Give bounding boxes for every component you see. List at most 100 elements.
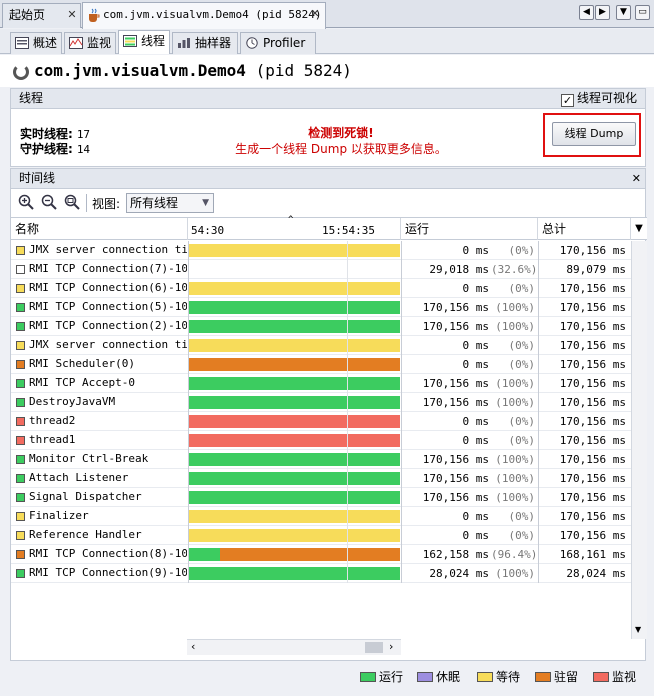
table-row[interactable]: RMI Scheduler(0) 0 ms (0%) 170,156 ms (11, 355, 631, 374)
app-pid: (pid 5824) (255, 61, 352, 80)
loading-spinner-icon (13, 64, 29, 80)
running-time: 0 ms (462, 529, 490, 542)
column-timeline-header[interactable]: 54:30 15:54:35 ^ (188, 215, 401, 240)
column-divider (538, 526, 539, 545)
table-row[interactable]: Reference Handler 0 ms (0%) 170,156 ms (11, 526, 631, 545)
time-gridline (347, 393, 348, 412)
legend-item-park: 驻留 (535, 668, 578, 685)
time-gridline (347, 412, 348, 431)
visualize-threads-checkbox[interactable]: ✓ 线程可视化 (560, 89, 637, 108)
running-percent: (0%) (508, 339, 536, 352)
total-time: 170,156 ms (559, 453, 626, 466)
column-divider (538, 355, 539, 374)
close-icon[interactable]: ✕ (632, 169, 641, 188)
thread-name: RMI Scheduler(0) (29, 357, 135, 370)
tab-start-page[interactable]: 起始页 ✕ (2, 3, 81, 28)
tab-overview[interactable]: 概述 (10, 32, 62, 54)
thread-timeline-bar (188, 548, 400, 561)
table-row[interactable]: Monitor Ctrl-Break 170,156 ms (100%) 170,15… (11, 450, 631, 469)
thread-name: Finalizer (29, 509, 89, 522)
table-row[interactable]: RMI TCP Connection(5)-10.0. 170,156 ms (10… (11, 298, 631, 317)
column-menu-icon[interactable]: ▼ (631, 218, 647, 240)
timeline-segment-run (188, 301, 400, 314)
table-row[interactable]: Signal Dispatcher 170,156 ms (100%) 170,156… (11, 488, 631, 507)
scroll-left-icon[interactable]: ‹ (191, 640, 195, 653)
tab-threads[interactable]: 线程 (118, 30, 170, 54)
view-select-value: 所有线程 (130, 196, 179, 210)
table-row[interactable]: RMI TCP Accept-0 170,156 ms (100%) 170,156 … (11, 374, 631, 393)
tab-monitor-label: 监视 (87, 36, 112, 50)
time-gridline (347, 507, 348, 526)
column-divider (538, 488, 539, 507)
thread-name: RMI TCP Accept-0 (29, 376, 135, 389)
running-percent: (100%) (495, 491, 535, 504)
column-running-header[interactable]: 运行 (401, 218, 538, 240)
running-time: 0 ms (462, 510, 490, 523)
table-row[interactable]: Attach Listener 170,156 ms (100%) 170,156 m… (11, 469, 631, 488)
thread-timeline-bar (188, 396, 400, 409)
column-divider (538, 545, 539, 564)
running-percent: (0%) (508, 529, 536, 542)
java-cup-icon (89, 8, 100, 22)
tab-demo4[interactable]: com.jvm.visualvm.Demo4 (pid 5824) ✕ (82, 2, 326, 29)
table-row[interactable]: Finalizer 0 ms (0%) 170,156 ms (11, 507, 631, 526)
column-divider (188, 469, 189, 488)
table-row[interactable]: RMI TCP Connection(8)-10.0. 162,158 ms(96… (11, 545, 631, 564)
timeline-toolbar: 视图: 所有线程 ▼ (11, 189, 647, 217)
close-icon[interactable]: ✕ (309, 8, 321, 20)
timeline-segment-run (188, 320, 400, 333)
column-total-header[interactable]: 总计 (538, 218, 631, 240)
table-row[interactable]: DestroyJavaVM 170,156 ms (100%) 170,156 ms (11, 393, 631, 412)
tab-monitor[interactable]: 监视 (64, 32, 116, 54)
total-time: 170,156 ms (559, 510, 626, 523)
table-row[interactable]: JMX server connection timeo 0 ms (0%) 170,1… (11, 336, 631, 355)
running-time: 170,156 ms (422, 320, 489, 333)
scroll-thumb[interactable] (365, 642, 383, 653)
thread-timeline-bar (188, 529, 400, 542)
column-divider (401, 393, 402, 412)
tab-list-icon[interactable]: ▼ (616, 5, 631, 20)
zoom-out-icon[interactable] (41, 194, 57, 210)
column-divider (401, 241, 402, 260)
thread-dump-button[interactable]: 线程 Dump (552, 122, 636, 146)
scroll-right-icon[interactable]: › (389, 640, 393, 653)
scroll-left-icon[interactable]: ◀ (579, 5, 594, 20)
column-name-header[interactable]: 名称 (11, 218, 188, 240)
timeline-horizontal-scrollbar[interactable]: ‹ › (187, 639, 401, 655)
tab-sampler[interactable]: 抽样器 (172, 32, 238, 54)
thread-state-swatch (16, 455, 25, 464)
running-percent: (0%) (508, 510, 536, 523)
table-row[interactable]: RMI TCP Connection(6)-10.0. 0 ms (0%) 170,1… (11, 279, 631, 298)
toolbar-separator (86, 194, 87, 212)
running-time: 0 ms (462, 282, 490, 295)
running-time: 170,156 ms (422, 396, 489, 409)
timeline-segment-run (188, 453, 400, 466)
timeline-segment-park (220, 548, 400, 561)
column-divider (538, 412, 539, 431)
time-gridline (347, 336, 348, 355)
table-row[interactable]: thread1 0 ms (0%) 170,156 ms (11, 431, 631, 450)
table-row[interactable]: thread2 0 ms (0%) 170,156 ms (11, 412, 631, 431)
scroll-down-icon[interactable]: ▼ (635, 625, 641, 634)
running-time: 28,024 ms (429, 567, 489, 580)
total-time: 168,161 ms (559, 548, 626, 561)
thread-state-swatch (16, 493, 25, 502)
tab-profiler[interactable]: Profiler (240, 32, 316, 54)
view-select[interactable]: 所有线程 ▼ (126, 193, 214, 213)
column-divider (401, 374, 402, 393)
timeline-segment-run (188, 567, 400, 580)
running-percent: (96.4%) (491, 548, 538, 561)
table-row[interactable]: RMI TCP Connection(2)-10.0. 170,156 ms (10… (11, 317, 631, 336)
table-row[interactable]: JMX server connection timeo 0 ms (0%) 170,1… (11, 241, 631, 260)
scroll-right-icon[interactable]: ▶ (595, 5, 610, 20)
vertical-scrollbar[interactable]: ▼ (631, 241, 647, 639)
table-row[interactable]: RMI TCP Connection(9)-10.0. 28,024 ms (100… (11, 564, 631, 583)
total-time: 170,156 ms (559, 415, 626, 428)
running-percent: (100%) (495, 396, 535, 409)
table-row[interactable]: RMI TCP Connection(7)-10.0. 29,018 ms(32.… (11, 260, 631, 279)
close-icon[interactable]: ✕ (66, 9, 78, 21)
maximize-icon[interactable]: ▭ (635, 5, 650, 20)
zoom-in-icon[interactable] (18, 194, 34, 210)
thread-state-swatch (16, 246, 25, 255)
zoom-fit-icon[interactable] (64, 194, 80, 210)
